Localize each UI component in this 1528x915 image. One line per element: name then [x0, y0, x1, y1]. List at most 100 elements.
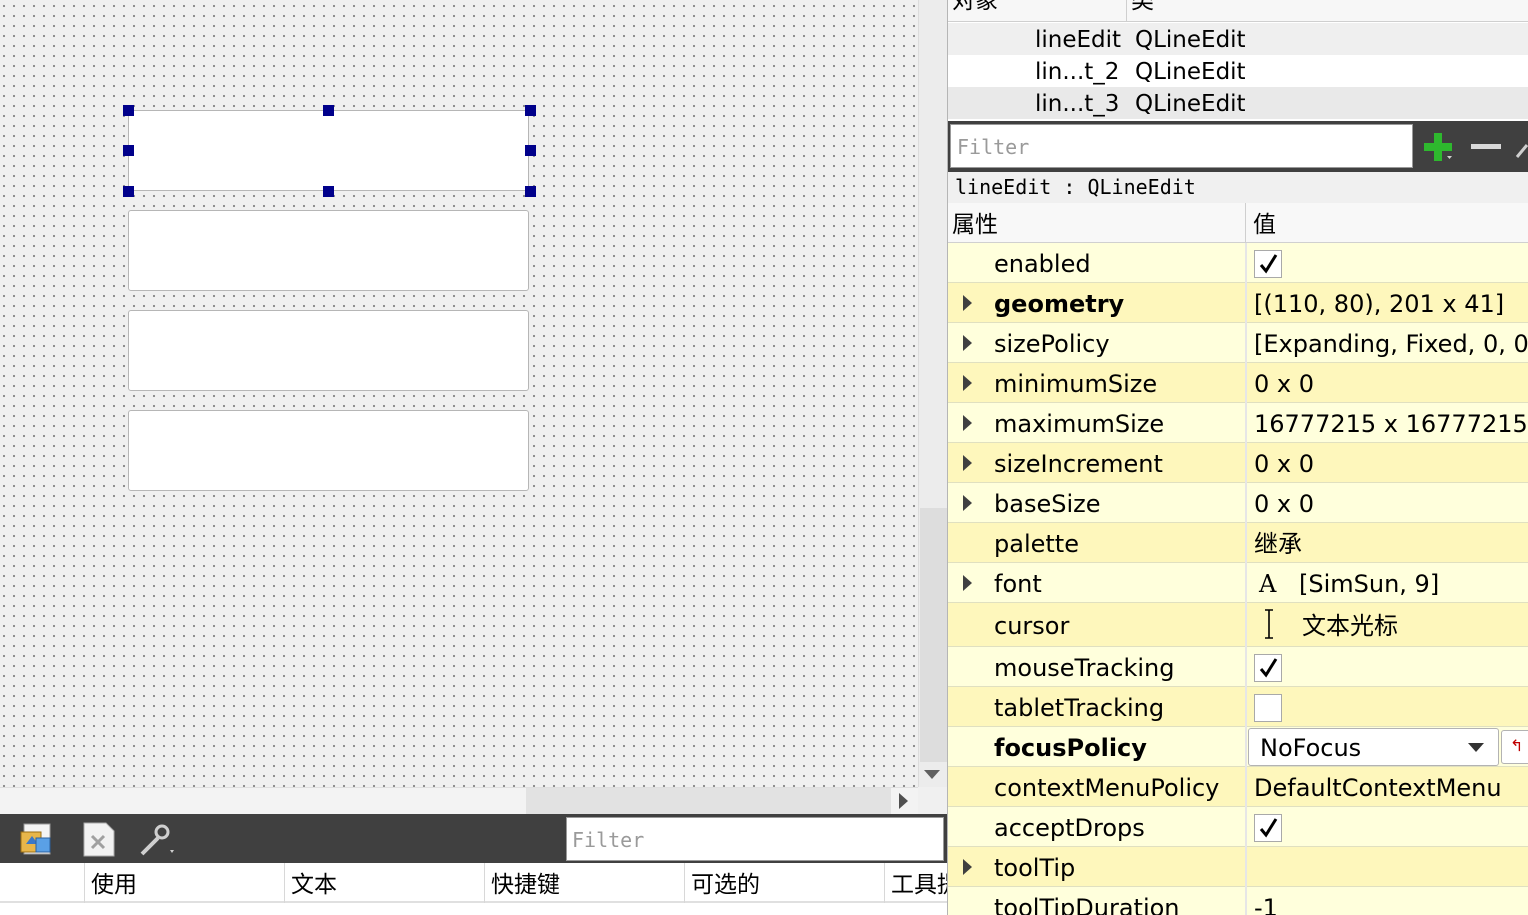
property-value[interactable]: 继承 [1254, 523, 1302, 565]
property-row-tablettracking[interactable]: tabletTracking [948, 687, 1528, 727]
property-column-header[interactable]: 属性 [952, 203, 998, 247]
property-value[interactable]: -1 [1254, 887, 1278, 915]
scroll-down-arrow-icon[interactable] [924, 770, 940, 779]
expand-arrow-icon[interactable] [963, 335, 972, 351]
resize-handle-top-right[interactable] [525, 105, 536, 116]
expand-arrow-icon[interactable] [963, 575, 972, 591]
expand-arrow-icon[interactable] [963, 295, 972, 311]
property-row-tooltipduration[interactable]: toolTipDuration -1 [948, 887, 1528, 915]
column-separator [1245, 283, 1247, 323]
add-dynamic-property-plus-icon[interactable] [1423, 132, 1453, 162]
property-row-font[interactable]: font A [SimSun, 9] [948, 563, 1528, 603]
property-row-contextmenupolicy[interactable]: contextMenuPolicy DefaultContextMenu [948, 767, 1528, 807]
expand-arrow-icon[interactable] [963, 415, 972, 431]
mousetracking-checkbox[interactable] [1254, 654, 1282, 682]
property-row-focuspolicy[interactable]: focusPolicy NoFocus ↰ [948, 727, 1528, 767]
property-name: toolTipDuration [994, 894, 1180, 915]
action-table-body [0, 903, 947, 915]
property-value[interactable]: 0 x 0 [1254, 443, 1314, 485]
action-column-tooltip[interactable]: 工具提 [884, 863, 947, 903]
resize-handle-top-left[interactable] [123, 105, 134, 116]
property-row-enabled[interactable]: enabled [948, 243, 1528, 283]
resize-handle-bottom-left[interactable] [123, 186, 134, 197]
property-row-basesize[interactable]: baseSize 0 x 0 [948, 483, 1528, 523]
canvas-vertical-scrollbar[interactable] [918, 0, 947, 787]
property-value[interactable]: 0 x 0 [1254, 483, 1314, 525]
action-column-shortcut[interactable]: 快捷键 [484, 863, 684, 903]
enabled-checkbox[interactable] [1254, 250, 1282, 278]
horizontal-scroll-track[interactable] [526, 788, 891, 814]
acceptdrops-checkbox[interactable] [1254, 814, 1282, 842]
property-row-tooltip[interactable]: toolTip [948, 847, 1528, 887]
property-name: focusPolicy [994, 734, 1147, 762]
object-column-header[interactable]: 对象 [952, 0, 998, 16]
property-name: mouseTracking [994, 654, 1175, 682]
action-column-text[interactable]: 文本 [284, 863, 484, 903]
class-column-header[interactable]: 类 [1131, 0, 1154, 16]
delete-action-icon[interactable] [80, 820, 118, 858]
tablettracking-checkbox[interactable] [1254, 694, 1282, 722]
checkmark-icon [1259, 818, 1278, 838]
property-row-mousetracking[interactable]: mouseTracking [948, 647, 1528, 687]
action-column-used[interactable]: 使用 [84, 863, 284, 903]
resize-handle-right[interactable] [525, 145, 536, 156]
object-row-lineedit[interactable]: lineEdit QLineEdit [948, 23, 1528, 55]
line-edit-4[interactable] [128, 410, 529, 491]
property-name: sizePolicy [994, 330, 1110, 358]
expand-arrow-icon[interactable] [963, 455, 972, 471]
action-column-icon[interactable] [0, 863, 84, 903]
line-edit-3[interactable] [128, 310, 529, 391]
property-name: enabled [994, 250, 1091, 278]
canvas-horizontal-scrollbar[interactable] [0, 787, 918, 814]
object-class: QLineEdit [1135, 59, 1246, 85]
property-row-sizepolicy[interactable]: sizePolicy [Expanding, Fixed, 0, 0] [948, 323, 1528, 363]
property-value[interactable]: 0 x 0 [1254, 363, 1314, 405]
property-value[interactable]: [Expanding, Fixed, 0, 0] [1254, 323, 1528, 365]
action-table-header: 使用 文本 快捷键 可选的 工具提 [0, 863, 947, 903]
resize-handle-bottom-right[interactable] [525, 186, 536, 197]
expand-arrow-icon[interactable] [963, 495, 972, 511]
property-filter-input[interactable]: Filter [950, 124, 1413, 168]
remove-property-minus-icon[interactable] [1471, 144, 1501, 149]
property-row-maximumsize[interactable]: maximumSize 16777215 x 16777215 [948, 403, 1528, 443]
property-row-palette[interactable]: palette 继承 [948, 523, 1528, 563]
expand-arrow-icon[interactable] [963, 375, 972, 391]
property-row-cursor[interactable]: cursor 文本光标 [948, 603, 1528, 647]
property-value[interactable]: DefaultContextMenu [1254, 767, 1502, 809]
property-value[interactable]: 16777215 x 16777215 [1254, 403, 1528, 445]
form-canvas[interactable] [0, 0, 918, 787]
expand-arrow-icon[interactable] [963, 859, 972, 875]
resize-handle-top[interactable] [323, 105, 334, 116]
column-separator [1245, 687, 1247, 727]
scroll-right-arrow-icon[interactable] [899, 793, 908, 809]
value-column-header[interactable]: 值 [1253, 203, 1276, 247]
property-row-geometry[interactable]: geometry [(110, 80), 201 x 41] [948, 283, 1528, 323]
line-edit-1-selected[interactable] [128, 110, 529, 191]
property-name: baseSize [994, 490, 1101, 518]
chevron-down-icon [1468, 743, 1484, 752]
column-separator [1245, 523, 1247, 563]
configure-wrench-icon[interactable] [1515, 137, 1528, 159]
property-value[interactable]: [SimSun, 9] [1299, 563, 1439, 605]
focuspolicy-combobox[interactable]: NoFocus [1248, 728, 1499, 766]
property-value[interactable]: [(110, 80), 201 x 41] [1254, 283, 1504, 325]
line-edit-2[interactable] [128, 210, 529, 291]
font-A-icon: A [1259, 570, 1277, 598]
property-row-sizeincrement[interactable]: sizeIncrement 0 x 0 [948, 443, 1528, 483]
resize-handle-bottom[interactable] [323, 186, 334, 197]
property-row-acceptdrops[interactable]: acceptDrops [948, 807, 1528, 847]
action-column-checkable[interactable]: 可选的 [684, 863, 884, 903]
reset-property-button[interactable]: ↰ [1501, 730, 1528, 764]
resize-handle-left[interactable] [123, 145, 134, 156]
vertical-scroll-track[interactable] [920, 508, 947, 762]
object-row-lineedit-2[interactable]: lin...t_2 QLineEdit [948, 55, 1528, 87]
reset-arrow-icon: ↰ [1510, 736, 1524, 755]
column-separator [1245, 647, 1247, 687]
object-row-lineedit-3[interactable]: lin...t_3 QLineEdit [948, 87, 1528, 119]
header-separator [1245, 203, 1246, 243]
property-value[interactable]: 文本光标 [1302, 603, 1398, 649]
new-action-icon[interactable] [18, 820, 56, 858]
action-filter-input[interactable]: Filter [566, 817, 944, 861]
configure-wrench-icon[interactable] [136, 820, 174, 858]
property-row-minimumsize[interactable]: minimumSize 0 x 0 [948, 363, 1528, 403]
